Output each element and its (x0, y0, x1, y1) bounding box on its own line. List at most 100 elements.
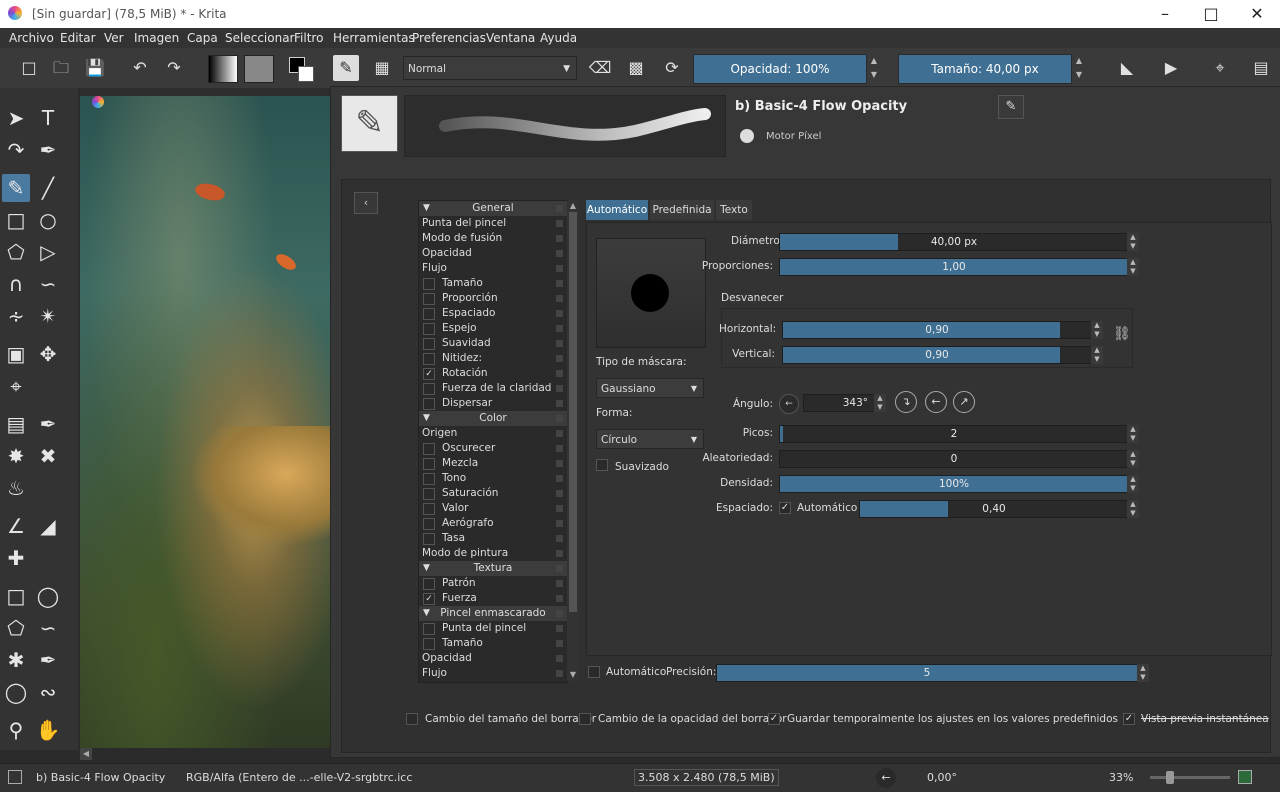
collapse-arrow-icon[interactable]: ▼ (423, 411, 430, 426)
spikes-slider[interactable]: 2 (779, 425, 1129, 443)
tab-predefinida[interactable]: Predefinida (650, 200, 714, 220)
freehand-path-icon[interactable]: ∽ (34, 270, 62, 298)
new-document-icon[interactable]: □ (16, 55, 42, 81)
lock-icon[interactable] (556, 670, 563, 677)
menu-preferencias[interactable]: Preferencias (412, 31, 486, 45)
option-row[interactable]: Saturación (419, 486, 567, 501)
color-picker-icon[interactable]: ✒ (34, 410, 62, 438)
measure-tool-icon[interactable]: ∠ (2, 512, 30, 540)
menu-imagen[interactable]: Imagen (134, 31, 179, 45)
rename-preset-button[interactable]: ✎ (998, 95, 1024, 119)
option-checkbox[interactable] (423, 308, 435, 320)
colorize-mask-icon[interactable]: ✸ (2, 442, 30, 470)
lock-icon[interactable] (556, 520, 563, 527)
line-tool-icon[interactable]: ╱ (34, 174, 62, 202)
lock-icon[interactable] (556, 655, 563, 662)
collapse-button[interactable]: ‹ (354, 192, 378, 214)
option-checkbox[interactable] (423, 353, 435, 365)
angle-preset-90-icon[interactable]: ← (925, 391, 947, 413)
lock-icon[interactable] (556, 265, 563, 272)
redo-icon[interactable]: ↷ (161, 55, 187, 81)
option-row[interactable]: Flujo (419, 666, 567, 681)
lock-icon[interactable] (556, 280, 563, 287)
reload-preset-icon[interactable]: ⟳ (659, 55, 685, 81)
lock-icon[interactable] (556, 460, 563, 467)
mirror-horizontal-icon[interactable]: ◣ (1114, 55, 1140, 81)
option-row[interactable]: ▼ Pincel enmascarado (419, 606, 567, 621)
reference-pin-icon[interactable]: ✚ (2, 544, 30, 572)
polygon-select-icon[interactable]: ⬠ (2, 614, 30, 642)
magic-wand-icon[interactable]: ✱ (2, 646, 30, 674)
save-icon[interactable]: 💾 (82, 55, 108, 81)
brush-presets-grid-icon[interactable]: ▦ (369, 55, 395, 81)
lock-icon[interactable] (556, 490, 563, 497)
opacity-spin-icon[interactable]: ▲ ▼ (868, 54, 880, 82)
density-spin-icon[interactable]: ▲ ▼ (1127, 475, 1139, 493)
angle-dial-icon[interactable]: ← (779, 394, 799, 414)
zoom-slider-handle[interactable] (1166, 771, 1174, 784)
fill-tool-icon[interactable]: ♨ (2, 474, 30, 502)
workspace-icon[interactable]: ▤ (1248, 55, 1274, 81)
lock-icon[interactable] (556, 325, 563, 332)
lock-icon[interactable] (556, 205, 563, 212)
option-checkbox[interactable] (423, 278, 435, 290)
eraser-opacity-checkbox[interactable] (579, 713, 591, 725)
randomness-slider[interactable]: 0 (779, 450, 1129, 468)
undo-icon[interactable]: ↶ (127, 55, 153, 81)
option-row[interactable]: Tono (419, 471, 567, 486)
lock-icon[interactable] (556, 640, 563, 647)
option-row[interactable]: Origen (419, 426, 567, 441)
blend-mode-select[interactable]: Normal ▼ (403, 56, 577, 80)
option-checkbox[interactable]: ✓ (423, 368, 435, 380)
angle-input[interactable]: 343° (803, 394, 875, 412)
document-tab-icon[interactable] (92, 96, 104, 108)
lock-icon[interactable] (556, 415, 563, 422)
option-row[interactable]: Proporción (419, 291, 567, 306)
polyline-tool-icon[interactable]: ▷ (34, 238, 62, 266)
vertical-slider[interactable]: 0,90 (782, 346, 1092, 364)
option-row[interactable]: Opacidad (419, 651, 567, 666)
edit-shapes-icon[interactable]: ↷ (2, 136, 30, 164)
option-checkbox[interactable] (423, 323, 435, 335)
option-checkbox[interactable]: ✓ (423, 593, 435, 605)
smart-patch-icon[interactable]: ✖ (34, 442, 62, 470)
option-row[interactable]: Aerógrafo (419, 516, 567, 531)
rotation-reset-icon[interactable]: ← (876, 768, 896, 788)
lock-icon[interactable] (556, 580, 563, 587)
option-checkbox[interactable] (423, 578, 435, 590)
spacing-slider[interactable]: 0,40 (859, 500, 1129, 518)
diameter-slider[interactable]: 40,00 px (779, 233, 1129, 251)
tab-automatico[interactable]: Automático (586, 200, 648, 220)
menu-ver[interactable]: Ver (104, 31, 124, 45)
lock-icon[interactable] (556, 565, 563, 572)
spacing-spin-icon[interactable]: ▲ ▼ (1127, 500, 1139, 518)
option-row[interactable]: ▼ General (419, 201, 567, 216)
option-row[interactable]: Punta del pincel (419, 216, 567, 231)
tab-texto[interactable]: Texto (716, 200, 752, 220)
density-slider[interactable]: 100% (779, 475, 1129, 493)
option-row[interactable]: Modo de pintura (419, 546, 567, 561)
lock-icon[interactable] (556, 310, 563, 317)
brush-preset-icon[interactable]: ✎ (333, 55, 359, 81)
multibrush-icon[interactable]: ✴ (34, 302, 62, 330)
vertical-spin-icon[interactable]: ▲ ▼ (1091, 346, 1103, 364)
pattern-swatch[interactable] (244, 55, 274, 83)
background-color-swatch[interactable] (298, 66, 314, 82)
mask-type-select[interactable]: Gaussiano ▼ (596, 378, 704, 398)
magnetic-select-icon[interactable]: ∾ (34, 678, 62, 706)
option-checkbox[interactable] (423, 503, 435, 515)
spacing-auto-checkbox[interactable]: ✓ (779, 502, 791, 514)
scroll-up-icon[interactable]: ▲ (567, 200, 579, 212)
option-row[interactable]: Opacidad (419, 246, 567, 261)
canvas-only-icon[interactable] (1238, 770, 1252, 784)
similar-select-icon[interactable]: ✒ (34, 646, 62, 674)
option-row[interactable]: Dispersar (419, 396, 567, 411)
option-checkbox[interactable] (423, 398, 435, 410)
angle-preset-0-icon[interactable]: ↴ (895, 391, 917, 413)
lock-icon[interactable] (556, 505, 563, 512)
lock-icon[interactable] (556, 385, 563, 392)
assistant-tool-icon[interactable]: ◢ (34, 512, 62, 540)
option-row[interactable]: Flujo (419, 261, 567, 276)
options-list-scrollbar[interactable]: ▲ ▼ (567, 200, 579, 681)
open-folder-icon[interactable]: 🗀 (48, 55, 74, 81)
